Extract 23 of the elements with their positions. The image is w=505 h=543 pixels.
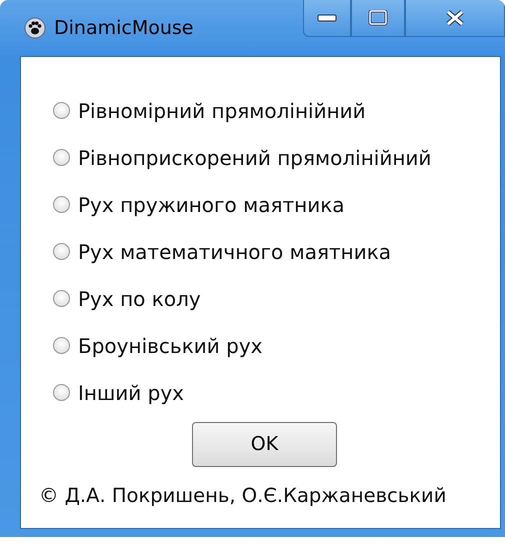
radio-label[interactable]: Рух пружиного маятника <box>78 190 345 220</box>
window-title: DinamicMouse <box>54 16 194 41</box>
close-icon <box>445 10 465 26</box>
radio-label[interactable]: Броунівський рух <box>78 330 262 360</box>
radio-button[interactable] <box>53 102 70 119</box>
close-button[interactable] <box>405 0 505 37</box>
radio-button[interactable] <box>53 337 70 354</box>
ok-button[interactable]: OK <box>192 422 337 467</box>
paw-icon <box>24 17 46 39</box>
radio-label[interactable]: Рівноприскорений прямолінійний <box>78 142 432 172</box>
radio-button[interactable] <box>53 290 70 307</box>
radio-button[interactable] <box>53 243 70 260</box>
radio-label[interactable]: Рух по колу <box>78 284 201 314</box>
radio-button[interactable] <box>53 384 70 401</box>
radio-label[interactable]: Інший рух <box>78 378 184 408</box>
maximize-button[interactable] <box>351 0 405 37</box>
radio-button[interactable] <box>53 196 70 213</box>
radio-label[interactable]: Рух математичного маятника <box>78 236 392 266</box>
radio-button[interactable] <box>53 149 70 166</box>
minimize-button[interactable] <box>303 0 351 37</box>
maximize-icon <box>368 10 388 26</box>
copyright-text: © Д.А. Покришень, О.Є.Каржаневський <box>39 483 448 509</box>
radio-label[interactable]: Рівномірний прямолінійний <box>78 96 366 126</box>
